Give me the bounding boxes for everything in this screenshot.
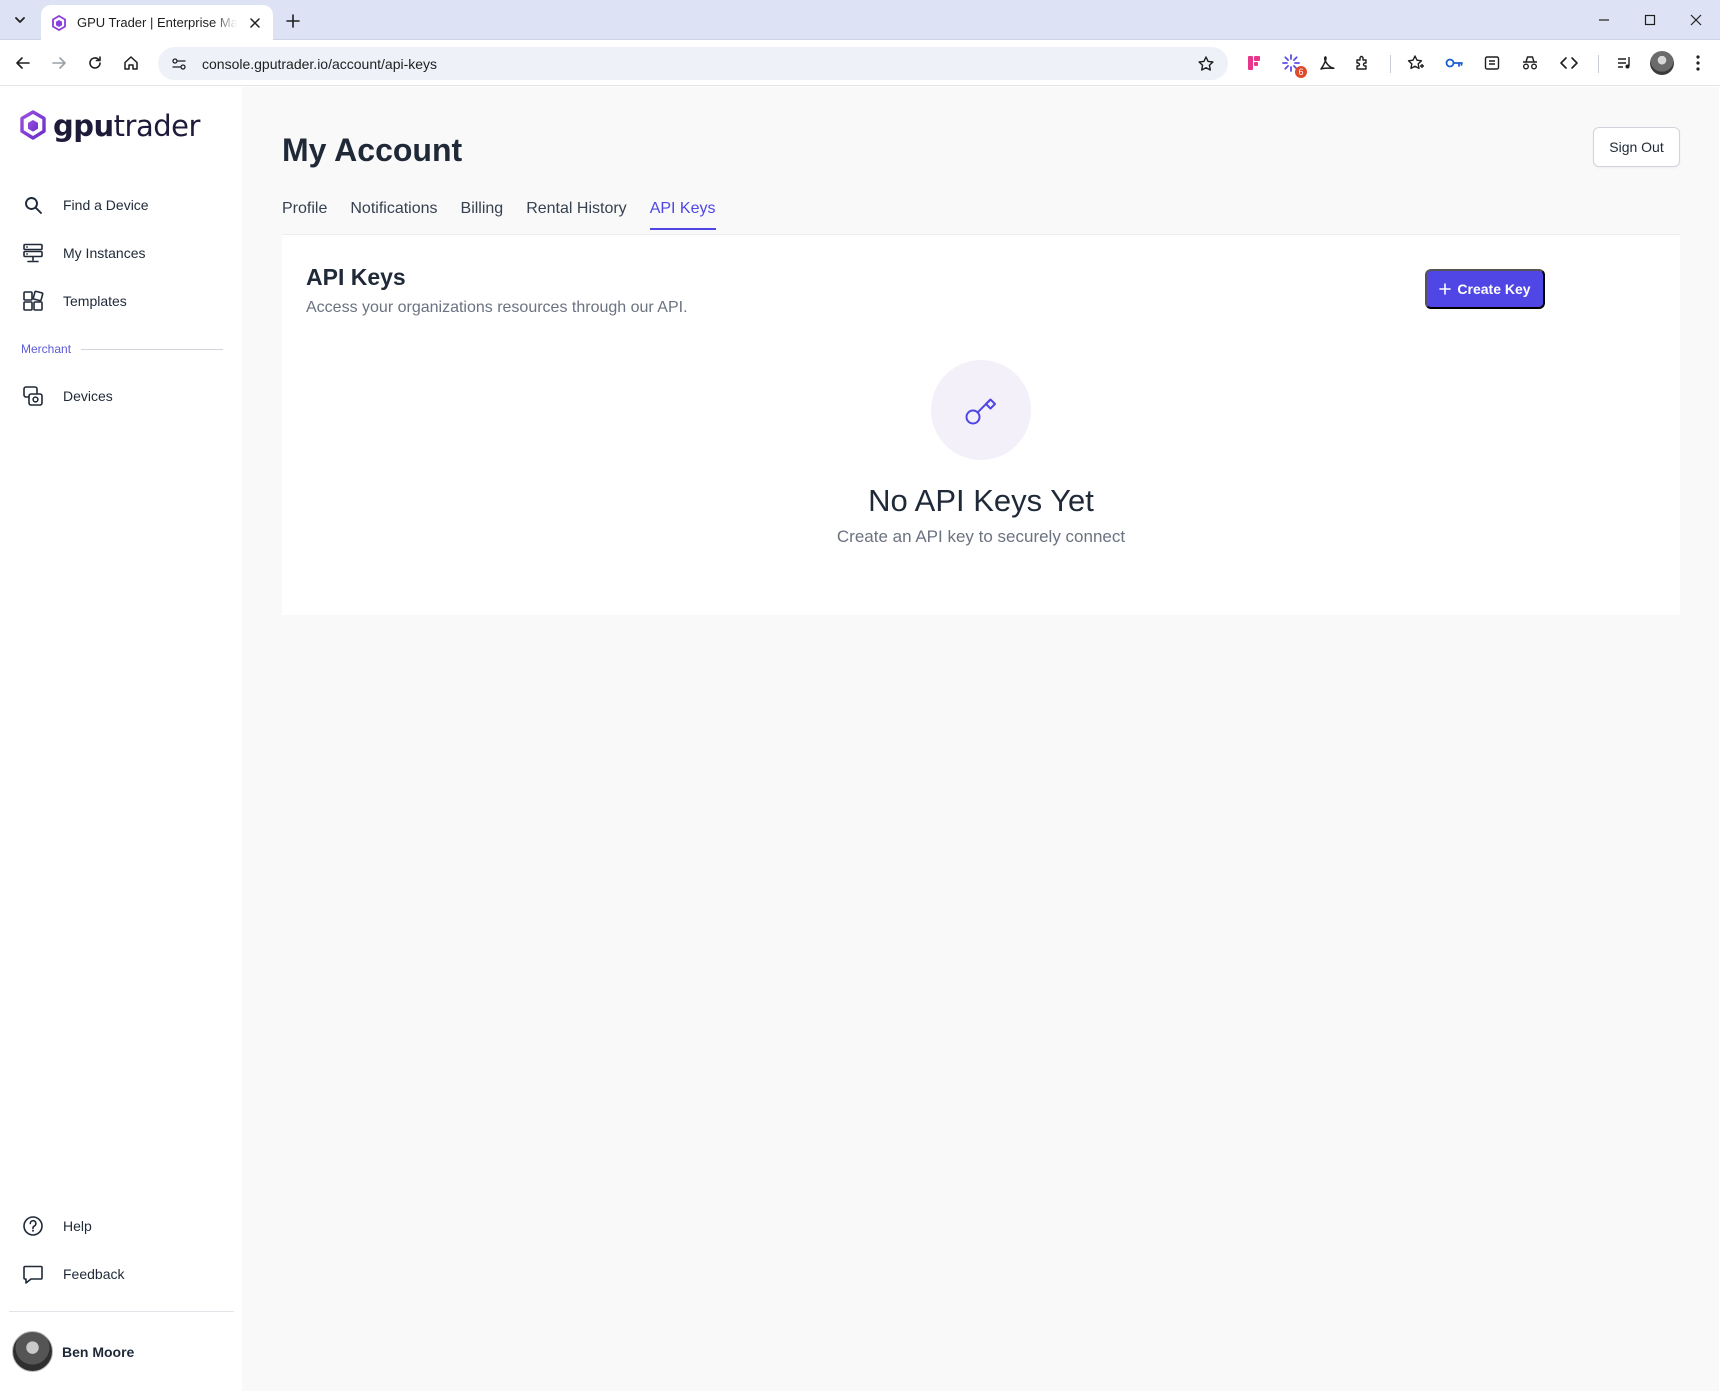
site-info-icon[interactable] [170,55,188,73]
bookmark-star-icon[interactable] [1196,54,1216,74]
close-window-button[interactable] [1673,0,1719,40]
empty-state-subtitle: Create an API key to securely connect [836,527,1126,546]
logo-text-regular: trader [113,109,201,143]
logo-text-bold: gpu [53,109,114,143]
gputrader-logo-icon [20,110,46,140]
chevron-down-icon [15,17,25,23]
sidebar-item-label: Feedback [63,1266,125,1282]
tab-profile[interactable]: Profile [282,200,327,230]
browser-toolbar: console.gputrader.io/account/api-keys 6 [0,40,1720,86]
sidebar-item-label: Templates [63,293,127,309]
key-icon [965,398,996,425]
sidebar-section-merchant: Merchant [21,342,223,356]
section-label-text: Merchant [21,342,72,356]
logo-text: gputrader [53,109,200,143]
page-title: My Account [282,132,463,168]
devtools-code-icon[interactable] [1557,51,1581,75]
browser-titlebar: GPU Trader | Enterprise Marketplace [0,0,1720,40]
gputrader-favicon-icon [52,14,66,31]
devices-icon [21,384,45,408]
create-key-label: Create Key [1457,281,1531,297]
reading-list-icon[interactable] [1480,51,1504,75]
sidebar-item-templates[interactable]: Templates [21,285,127,317]
menu-kebab-icon[interactable] [1686,51,1710,75]
plus-icon [286,14,300,28]
tab-rental-history[interactable]: Rental History [526,200,626,230]
browser-tab-active[interactable]: GPU Trader | Enterprise Marketplace [41,5,273,40]
address-bar[interactable]: console.gputrader.io/account/api-keys [158,47,1228,80]
api-keys-panel: API Keys Access your organizations resou… [282,234,1680,615]
close-icon [250,17,260,28]
profile-avatar[interactable] [1650,51,1674,75]
avatar [12,1331,53,1372]
extension-badge: 6 [1295,66,1307,78]
sidebar-item-find-a-device[interactable]: Find a Device [21,189,149,221]
sign-out-button[interactable]: Sign Out [1593,127,1680,167]
user-profile[interactable]: Ben Moore [12,1331,134,1372]
arrow-left-icon [16,57,30,69]
arrow-right-icon [52,57,66,69]
feedback-icon [21,1262,45,1286]
close-icon [1690,14,1702,26]
home-icon [124,56,138,70]
tab-title: GPU Trader | Enterprise Marketplace [77,15,237,30]
media-control-icon[interactable] [1613,51,1637,75]
favorites-icon[interactable] [1404,51,1428,75]
maximize-icon [1644,14,1656,26]
user-name: Ben Moore [62,1343,135,1360]
tab-api-keys[interactable]: API Keys [649,200,716,230]
sidebar-item-feedback[interactable]: Feedback [21,1258,124,1290]
toolbar-divider [1390,55,1391,73]
minimize-button[interactable] [1581,0,1627,40]
acrobat-extension-icon[interactable] [1315,51,1339,75]
gputrader-logo[interactable]: gputrader [19,109,200,143]
burst-extension-icon[interactable]: 6 [1279,51,1307,78]
back-button[interactable] [9,49,37,77]
account-tabs: Profile Notifications Billing Rental His… [282,200,716,230]
empty-state-title: No API Keys Yet [868,483,1094,518]
panel-subtitle: Access your organizations resources thro… [306,299,688,316]
reload-icon [89,56,101,69]
sidebar-item-my-instances[interactable]: My Instances [21,237,145,269]
instances-icon [21,241,45,265]
templates-icon [21,289,45,313]
search-icon [21,193,45,217]
forward-button[interactable] [45,49,73,77]
tab-close-button[interactable] [247,15,263,31]
plus-icon [1439,283,1452,295]
app-root: gputrader Find a Device My Instances Tem… [1,87,1719,1391]
new-tab-button[interactable] [280,8,306,34]
panel-title: API Keys [306,264,406,290]
home-button[interactable] [117,49,145,77]
minimize-icon [1599,19,1609,21]
sidebar-item-label: Help [63,1218,92,1234]
tab-search-button[interactable] [6,6,34,34]
tab-notifications[interactable]: Notifications [350,200,437,230]
sidebar-divider [9,1311,234,1312]
tab-billing[interactable]: Billing [461,200,504,230]
main-content: My Account Sign Out Profile Notification… [242,87,1719,1391]
create-key-button[interactable]: Create Key [1425,269,1545,309]
sidebar-item-label: Find a Device [63,197,149,213]
reload-button[interactable] [81,49,109,77]
figma-extension-icon[interactable] [1242,51,1266,75]
empty-state-icon-circle [931,360,1031,460]
maximize-button[interactable] [1627,0,1673,40]
url-text[interactable]: console.gputrader.io/account/api-keys [202,56,1196,72]
sidebar-item-help[interactable]: Help [21,1210,92,1242]
extensions-puzzle-icon[interactable] [1351,51,1375,75]
toolbar-divider [1598,55,1599,73]
sidebar: gputrader Find a Device My Instances Tem… [1,87,242,1391]
password-key-icon[interactable] [1442,51,1466,75]
help-icon [21,1214,45,1238]
sidebar-item-label: Devices [63,388,113,404]
sidebar-item-label: My Instances [63,245,146,261]
sidebar-item-devices[interactable]: Devices [21,380,113,412]
incognito-icon[interactable] [1518,51,1542,75]
section-divider [81,348,223,350]
